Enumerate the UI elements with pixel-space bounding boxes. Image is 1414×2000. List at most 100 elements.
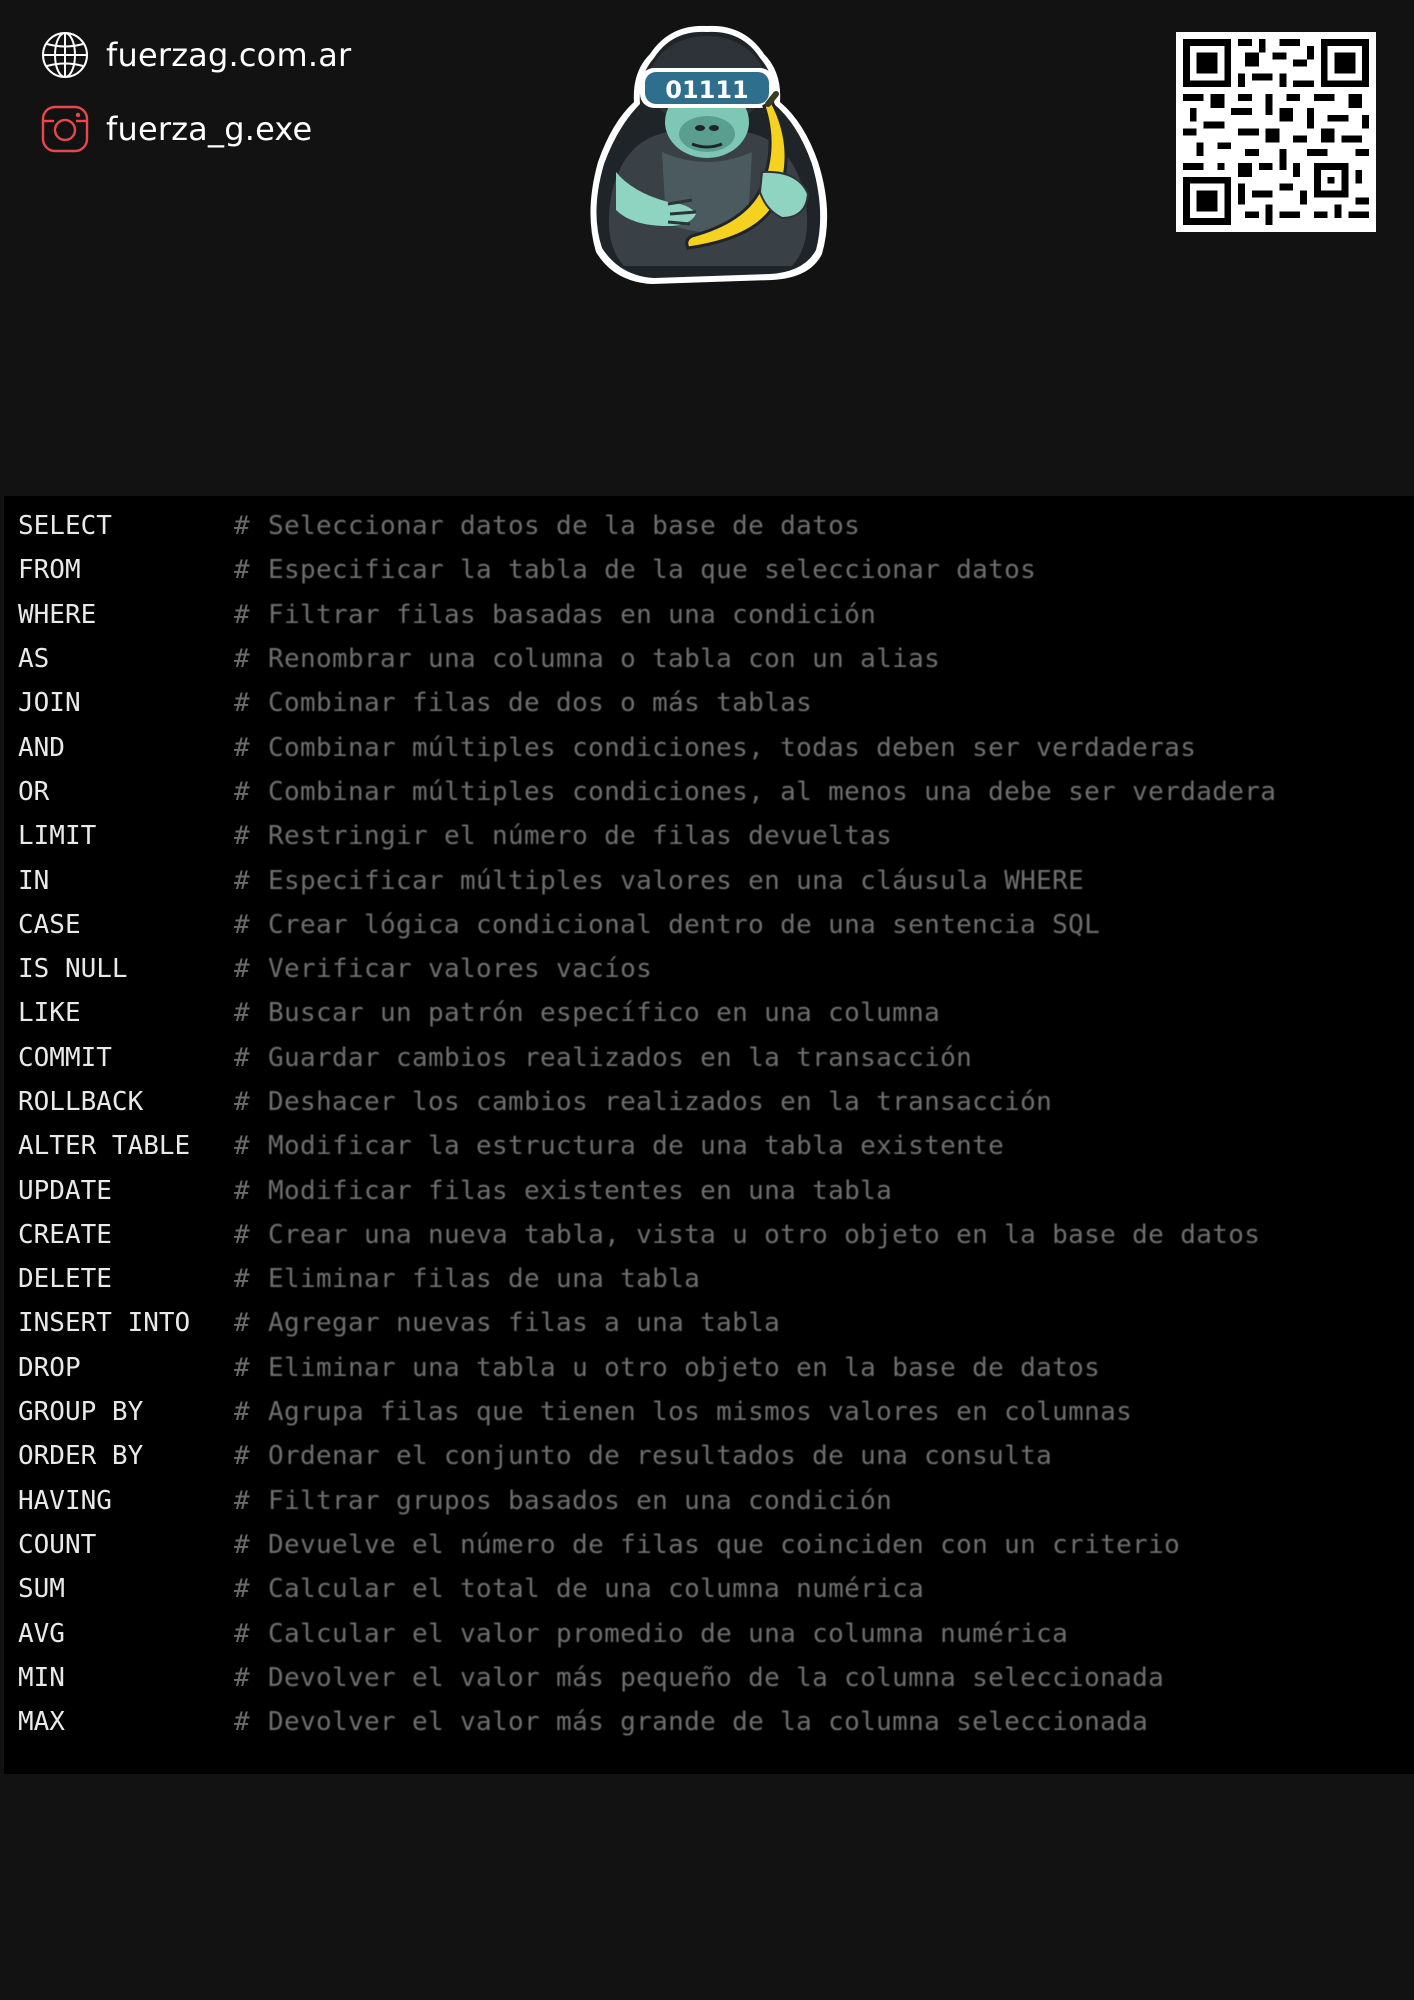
sql-command-row: AS # Renombrar una columna o tabla con un … (18, 637, 1414, 681)
sql-command-row: LIKE # Buscar un patrón específico en una … (18, 991, 1414, 1035)
sql-keyword: WHERE (18, 599, 97, 630)
sql-description: Guardar cambios realizados en la transac… (268, 1042, 973, 1073)
sql-keyword: HAVING (18, 1485, 112, 1516)
sql-keyword: ROLLBACK (18, 1087, 144, 1117)
comment-marker: # (234, 1618, 250, 1649)
sql-description: Ordenar el conjunto de resultados de una… (268, 1441, 1053, 1472)
sql-description: Agregar nuevas filas a una tabla (268, 1308, 781, 1339)
sql-keyword: MIN (18, 1662, 65, 1693)
sql-description: Eliminar filas de una tabla (268, 1264, 701, 1295)
comment-marker: # (234, 732, 250, 763)
comment-marker: # (234, 1707, 250, 1738)
comment-marker: # (234, 1352, 250, 1383)
sql-keyword: IN (18, 865, 50, 896)
sql-command-row: IN # Especificar múltiples valores en una … (18, 858, 1414, 902)
sql-command-row: FROM # Especificar la tabla de la que sele… (18, 548, 1414, 592)
comment-marker: # (234, 1441, 250, 1472)
comment-marker: # (234, 821, 250, 852)
comment-marker: # (234, 1574, 250, 1605)
sql-command-row: INSERT INTO # Agregar nuevas filas a una t… (18, 1301, 1414, 1345)
sql-description: Modificar la estructura de una tabla exi… (268, 1131, 1005, 1162)
sql-keyword: COUNT (18, 1529, 97, 1560)
sql-description: Combinar filas de dos o más tablas (268, 688, 813, 719)
qr-code[interactable] (1176, 32, 1376, 232)
sql-command-row: HAVING # Filtrar grupos basados en una con… (18, 1479, 1414, 1523)
sql-description: Eliminar una tabla u otro objeto en la b… (268, 1352, 1101, 1383)
sql-description: Deshacer los cambios realizados en la tr… (268, 1087, 1053, 1117)
sql-keyword: SELECT (18, 511, 112, 542)
sql-description: Buscar un patrón específico en una colum… (268, 998, 941, 1029)
sql-keyword: UPDATE (18, 1175, 112, 1206)
sql-command-row: MIN # Devolver el valor más pequeño de la … (18, 1656, 1414, 1700)
sql-keyword: JOIN (18, 688, 81, 719)
instagram-handle[interactable]: fuerza_g.exe (106, 110, 312, 148)
header: fuerzag.com.ar fuerza_g.exe 01111 (0, 0, 1414, 300)
sql-command-row: COUNT # Devuelve el número de filas que co… (18, 1523, 1414, 1567)
sql-command-row: DROP # Eliminar una tabla u otro objeto en… (18, 1346, 1414, 1390)
comment-marker: # (234, 1529, 250, 1560)
sql-command-row: AVG # Calcular el valor promedio de una co… (18, 1611, 1414, 1655)
sql-keyword: GROUP BY (18, 1397, 144, 1428)
sql-command-row: UPDATE # Modificar filas existentes en una… (18, 1168, 1414, 1212)
sql-keyword: CREATE (18, 1219, 112, 1250)
sql-keyword: INSERT INTO (18, 1308, 191, 1339)
sql-description: Filtrar grupos basados en una condición (268, 1485, 893, 1516)
sql-command-row: SELECT # Seleccionar datos de la base de d… (18, 504, 1414, 548)
sql-keyword: AVG (18, 1618, 65, 1649)
sql-command-row: AND # Combinar múltiples condiciones, toda… (18, 725, 1414, 769)
comment-marker: # (234, 1042, 250, 1073)
comment-marker: # (234, 1175, 250, 1206)
sql-description: Devolver el valor más pequeño de la colu… (268, 1662, 1165, 1693)
sql-keyword: FROM (18, 555, 81, 586)
comment-marker: # (234, 1485, 250, 1516)
sql-command-list: SELECT # Seleccionar datos de la base de d… (18, 504, 1414, 1744)
sql-command-row: MAX # Devolver el valor más grande de la c… (18, 1700, 1414, 1744)
comment-marker: # (234, 644, 250, 675)
comment-marker: # (234, 599, 250, 630)
sql-description: Renombrar una columna o tabla con un ali… (268, 644, 941, 675)
sql-keyword: AND (18, 732, 65, 763)
sql-command-row: SUM # Calcular el total de una columna num… (18, 1567, 1414, 1611)
sql-command-row: WHERE # Filtrar filas basadas en una condi… (18, 593, 1414, 637)
comment-marker: # (234, 776, 250, 807)
sql-command-row: GROUP BY # Agrupa filas que tienen los mis… (18, 1390, 1414, 1434)
sql-description: Especificar la tabla de la que seleccion… (268, 555, 1037, 586)
sql-keyword: ORDER BY (18, 1441, 144, 1472)
website-text[interactable]: fuerzag.com.ar (106, 36, 351, 74)
sql-command-row: LIMIT # Restringir el número de filas devu… (18, 814, 1414, 858)
sql-description: Devolver el valor más grande de la colum… (268, 1707, 1149, 1738)
sql-keyword: LIMIT (18, 821, 97, 852)
sql-description: Crear una nueva tabla, vista u otro obje… (268, 1219, 1261, 1250)
comment-marker: # (234, 555, 250, 586)
gorilla-logo: 01111 (590, 25, 828, 284)
sql-command-row: ROLLBACK # Deshacer los cambios realizados… (18, 1080, 1414, 1124)
comment-marker: # (234, 1219, 250, 1250)
sql-description: Calcular el valor promedio de una column… (268, 1618, 1069, 1649)
sql-description: Verificar valores vacíos (268, 954, 653, 985)
sql-description: Calcular el total de una columna numéric… (268, 1574, 925, 1605)
sql-keyword: AS (18, 644, 50, 675)
instagram-icon (41, 105, 89, 153)
sql-description: Devuelve el número de filas que coincide… (268, 1529, 1181, 1560)
instagram-link[interactable]: fuerza_g.exe (40, 104, 312, 154)
sql-description: Filtrar filas basadas en una condición (268, 599, 877, 630)
comment-marker: # (234, 1662, 250, 1693)
sql-command-row: JOIN # Combinar filas de dos o más tablas (18, 681, 1414, 725)
sql-command-row: COMMIT # Guardar cambios realizados en la … (18, 1036, 1414, 1080)
website-link[interactable]: fuerzag.com.ar (40, 30, 351, 80)
sql-description: Combinar múltiples condiciones, al menos… (268, 776, 1277, 807)
comment-marker: # (234, 909, 250, 940)
comment-marker: # (234, 1264, 250, 1295)
sql-keyword: MAX (18, 1707, 65, 1738)
sql-keyword: ALTER TABLE (18, 1131, 191, 1162)
globe-icon (42, 32, 88, 78)
sql-description: Crear lógica condicional dentro de una s… (268, 909, 1101, 940)
sql-keyword: OR (18, 776, 50, 807)
sql-keyword: IS NULL (18, 954, 128, 985)
sql-command-row: CASE # Crear lógica condicional dentro de … (18, 903, 1414, 947)
sql-command-row: OR # Combinar múltiples condiciones, al me… (18, 770, 1414, 814)
sql-command-row: DELETE # Eliminar filas de una tabla (18, 1257, 1414, 1301)
sql-keyword: LIKE (18, 998, 81, 1029)
comment-marker: # (234, 865, 250, 896)
comment-marker: # (234, 1087, 250, 1117)
